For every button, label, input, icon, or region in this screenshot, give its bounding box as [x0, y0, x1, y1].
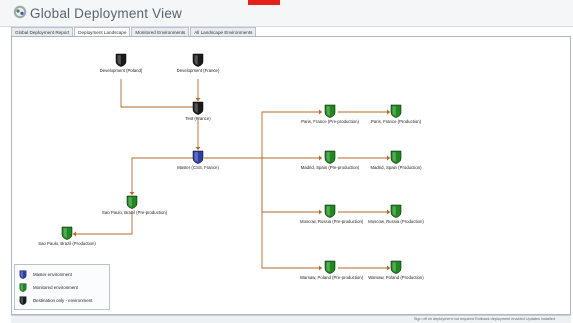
node-label: Warsaw, Poland (Production) [368, 275, 424, 280]
node-label: Moscow, Russia (Pre-production) [300, 219, 364, 224]
node-warsaw-prod[interactable]: Warsaw, Poland (Production) [366, 260, 426, 280]
node-paris-pre[interactable]: Paris, France (Pre-production) [300, 104, 360, 124]
node-moscow-pre[interactable]: Moscow, Russia (Pre-production) [300, 204, 364, 224]
status-text: Sign off on deployment not required Roll… [413, 317, 555, 321]
node-paris-prod[interactable]: Paris, France (Production) [366, 104, 426, 124]
node-label: Warsaw, Poland (Pre-production) [300, 275, 364, 280]
legend: Master environment Monitored environment… [14, 264, 110, 310]
monitored-environment-icon [390, 150, 402, 164]
legend-row-monitored: Monitored environment [19, 282, 78, 292]
destination-environment-icon [192, 53, 204, 67]
node-madrid-pre[interactable]: Madrid, Spain (Pre-production) [300, 150, 360, 170]
monitored-environment-icon [61, 226, 73, 240]
destination-environment-icon [115, 53, 127, 67]
node-label: Development (Poland) [99, 68, 143, 73]
node-dev-france[interactable]: Development (France) [168, 53, 228, 73]
legend-label-destination: Destination only - environment [33, 297, 93, 303]
legend-label-master: Master environment [33, 271, 72, 277]
node-label: Test (France) [185, 116, 211, 121]
legend-row-destination: Destination only - environment [19, 295, 92, 305]
master-environment-icon [192, 150, 204, 164]
destination-environment-icon [19, 296, 27, 305]
node-label: Development (France) [176, 68, 220, 73]
node-master[interactable]: Master (CSS, France) [168, 150, 228, 170]
node-label: Master (CSS, France) [177, 165, 219, 170]
node-label: Madrid, Spain (Production) [370, 165, 422, 170]
monitored-environment-icon [390, 104, 402, 118]
monitored-environment-icon [324, 104, 336, 118]
node-warsaw-pre[interactable]: Warsaw, Poland (Pre-production) [300, 260, 364, 280]
master-environment-icon [19, 270, 27, 279]
node-saopaulo-pre[interactable]: Sao Paulo, Brazil (Pre-production) [102, 195, 168, 215]
node-saopaulo-prod[interactable]: Sao Paulo, Brazil (Production) [37, 226, 97, 246]
monitored-environment-icon [390, 204, 402, 218]
node-dev-poland[interactable]: Development (Poland) [91, 53, 151, 73]
node-label: Paris, France (Production) [370, 119, 422, 124]
node-madrid-prod[interactable]: Madrid, Spain (Production) [366, 150, 426, 170]
node-moscow-prod[interactable]: Moscow, Russia (Production) [366, 204, 426, 224]
legend-row-master: Master environment [19, 269, 72, 279]
legend-label-monitored: Monitored environment [33, 284, 78, 290]
node-label: Moscow, Russia (Production) [368, 219, 424, 224]
monitored-environment-icon [324, 204, 336, 218]
node-test-france[interactable]: Test (France) [168, 101, 228, 121]
node-label: Paris, France (Pre-production) [301, 119, 359, 124]
node-label: Madrid, Spain (Pre-production) [300, 165, 360, 170]
monitored-environment-icon [390, 260, 402, 274]
monitored-environment-icon [19, 283, 27, 292]
monitored-environment-icon [324, 260, 336, 274]
destination-environment-icon [192, 101, 204, 115]
monitored-environment-icon [126, 195, 138, 209]
node-label: Sao Paulo, Brazil (Production) [38, 241, 96, 246]
node-label: Sao Paulo, Brazil (Pre-production) [102, 210, 168, 215]
monitored-environment-icon [324, 150, 336, 164]
